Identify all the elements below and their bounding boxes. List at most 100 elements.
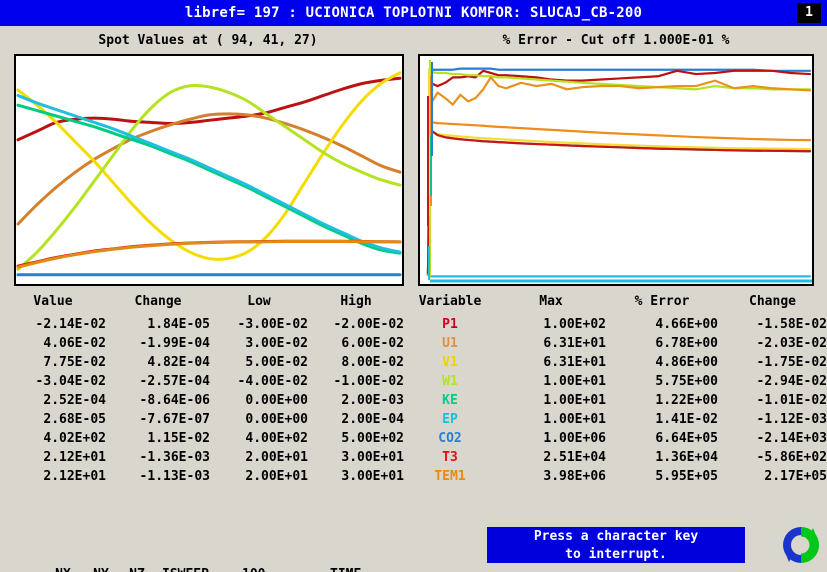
cell-change: -1.12E-03 xyxy=(756,412,827,427)
cell-max: 1.00E+01 xyxy=(543,374,606,389)
cell-low: 2.00E+01 xyxy=(237,469,308,484)
cell-value: 2.12E+01 xyxy=(35,469,106,484)
table-row: TEM1 3.98E+06 5.95E+05 2.17E+05 xyxy=(404,467,827,486)
series-line-ep xyxy=(426,273,812,278)
cell-max: 1.00E+02 xyxy=(543,317,606,332)
column-header-max: Max xyxy=(539,294,563,309)
interrupt-banner[interactable]: Press a character key to interrupt. xyxy=(487,527,745,563)
cell-change: -2.57E-04 xyxy=(139,374,210,389)
cell-change: 4.82E-04 xyxy=(139,355,210,370)
variable-name[interactable]: W1 xyxy=(404,372,496,391)
cell-percent-error: 1.41E-02 xyxy=(655,412,718,427)
table-row: U1 6.31E+01 6.78E+00 -2.03E-02 xyxy=(404,334,827,353)
cell-change: -1.75E-02 xyxy=(756,355,827,370)
cell-percent-error: 4.66E+00 xyxy=(655,317,718,332)
cell-high: -2.00E-02 xyxy=(333,317,404,332)
table-row: EP 1.00E+01 1.41E-02 -1.12E-03 xyxy=(404,410,827,429)
variable-name[interactable]: CO2 xyxy=(404,429,496,448)
cell-percent-error: 5.75E+00 xyxy=(655,374,718,389)
table-row: 2.12E+01 -1.13E-03 2.00E+01 3.00E+01 xyxy=(0,467,404,486)
variable-name[interactable]: TEM1 xyxy=(404,467,496,486)
variable-name[interactable]: V1 xyxy=(404,353,496,372)
cell-max: 1.00E+01 xyxy=(543,393,606,408)
error-chart-title: % Error - Cut off 1.000E-01 % xyxy=(502,33,730,48)
spot-values-plot-area xyxy=(16,71,402,277)
refresh-sync-glyph xyxy=(783,527,819,563)
table-row: 2.52E-04 -8.64E-06 0.00E+00 2.00E-03 xyxy=(0,391,404,410)
cell-value: 4.02E+02 xyxy=(35,431,106,446)
cell-value: -3.04E-02 xyxy=(35,374,106,389)
value-isweep: 100 xyxy=(234,565,322,572)
cell-high: 3.00E+01 xyxy=(333,450,404,465)
variable-name[interactable]: T3 xyxy=(404,448,496,467)
cell-percent-error: 1.22E+00 xyxy=(655,393,718,408)
cell-percent-error: 6.78E+00 xyxy=(655,336,718,351)
label-isweep: ISWEEP xyxy=(154,565,234,572)
series-line-co2 xyxy=(426,67,812,276)
cell-low: 5.00E-02 xyxy=(237,355,308,370)
table-row: 2.12E+01 -1.36E-03 2.00E+01 3.00E+01 xyxy=(0,448,404,467)
cell-high: 3.00E+01 xyxy=(333,469,404,484)
table-row: CO2 1.00E+06 6.64E+05 -2.14E+03 xyxy=(404,429,827,448)
cell-change: 2.17E+05 xyxy=(756,469,827,484)
cell-change: -1.36E-03 xyxy=(139,450,210,465)
cell-percent-error: 1.36E+04 xyxy=(655,450,718,465)
variable-name[interactable]: KE xyxy=(404,391,496,410)
cell-value: 2.12E+01 xyxy=(35,450,106,465)
cell-change: -2.94E-02 xyxy=(756,374,827,389)
status-label-row: NXNYNZISWEEP100TIME xyxy=(44,565,420,572)
cell-max: 6.31E+01 xyxy=(543,336,606,351)
percent-error-chart[interactable] xyxy=(418,54,814,286)
label-nz: NZ xyxy=(120,565,154,572)
cell-low: 4.00E+02 xyxy=(237,431,308,446)
series-line-t3 xyxy=(426,128,812,276)
percent-error-plot-area xyxy=(426,60,812,283)
variable-name[interactable]: U1 xyxy=(404,334,496,353)
series-line-v1 xyxy=(426,129,812,276)
interrupt-line-2: to interrupt. xyxy=(565,547,667,562)
cell-change: -1.99E-04 xyxy=(139,336,210,351)
table-row: 7.75E-02 4.82E-04 5.00E-02 8.00E-02 xyxy=(0,353,404,372)
spot-values-chart[interactable] xyxy=(14,54,404,286)
table-row: P1 1.00E+02 4.66E+00 -1.58E-02 xyxy=(404,315,827,334)
window-index-badge[interactable]: 1 xyxy=(797,3,821,23)
cell-high: 8.00E-02 xyxy=(333,355,404,370)
table-row: 4.02E+02 1.15E-02 4.00E+02 5.00E+02 xyxy=(0,429,404,448)
cell-value: 7.75E-02 xyxy=(35,355,106,370)
cell-high: 5.00E+02 xyxy=(333,431,404,446)
refresh-sync-icon[interactable] xyxy=(780,524,822,566)
column-header-error: % Error xyxy=(634,294,690,309)
cell-change: -1.01E-02 xyxy=(756,393,827,408)
series-line-ke xyxy=(16,103,402,255)
cell-change: -7.67E-07 xyxy=(139,412,210,427)
column-header-change: Change xyxy=(134,294,182,309)
interrupt-line-1: Press a character key xyxy=(533,529,699,544)
column-header-low: Low xyxy=(247,294,271,309)
window-title: libref= 197 : UCIONICA TOPLOTNI KOMFOR: … xyxy=(184,5,643,21)
spot-values-table: Value Change Low High -2.14E-02 1.84E-05… xyxy=(0,292,404,486)
table-row: W1 1.00E+01 5.75E+00 -2.94E-02 xyxy=(404,372,827,391)
table-header-row: Value Change Low High xyxy=(0,292,404,315)
cell-value: 2.52E-04 xyxy=(35,393,106,408)
variable-name[interactable]: P1 xyxy=(404,315,496,334)
cell-change: -1.13E-03 xyxy=(139,469,210,484)
cell-percent-error: 6.64E+05 xyxy=(655,431,718,446)
cell-low: -3.00E-02 xyxy=(237,317,308,332)
cell-change: -2.14E+03 xyxy=(756,431,827,446)
series-line-tem1 xyxy=(16,239,402,269)
table-row: KE 1.00E+01 1.22E+00 -1.01E-02 xyxy=(404,391,827,410)
label-ny: NY xyxy=(82,565,120,572)
cell-change: -2.03E-02 xyxy=(756,336,827,351)
table-row: -2.14E-02 1.84E-05 -3.00E-02 -2.00E-02 xyxy=(0,315,404,334)
cell-change: -8.64E-06 xyxy=(139,393,210,408)
cell-percent-error: 4.86E+00 xyxy=(655,355,718,370)
spot-values-chart-title: Spot Values at ( 94, 41, 27) xyxy=(98,33,318,48)
series-line-tem1 xyxy=(426,76,812,276)
label-time: TIME xyxy=(322,565,420,572)
grid-status-block: NXNYNZISWEEP100TIME 12316764IZSTEPOFFWor… xyxy=(44,527,420,572)
cell-max: 1.00E+01 xyxy=(543,412,606,427)
cell-max: 6.31E+01 xyxy=(543,355,606,370)
cell-max: 3.98E+06 xyxy=(543,469,606,484)
variable-name[interactable]: EP xyxy=(404,410,496,429)
table-header-row: Variable Max % Error Change xyxy=(404,292,827,315)
